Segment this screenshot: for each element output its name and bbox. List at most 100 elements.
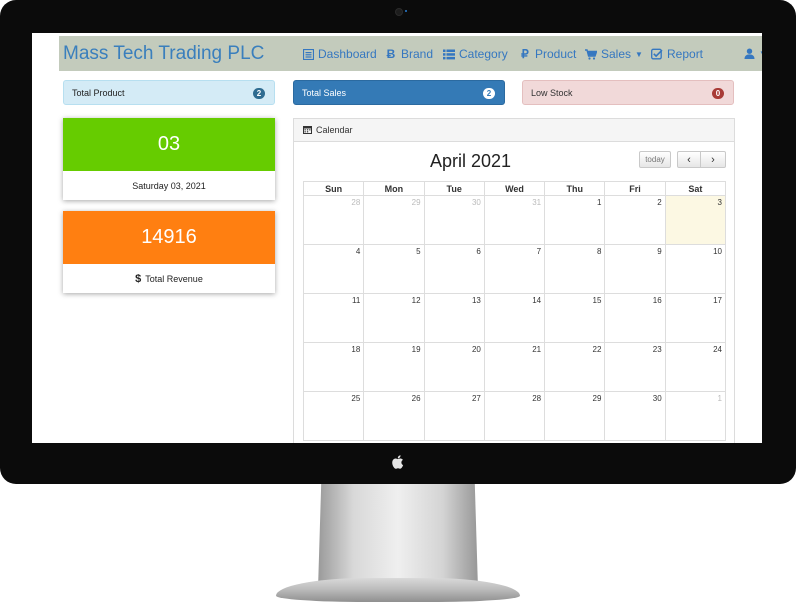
nav-label: Product bbox=[535, 47, 577, 61]
weekday-header-row: Sun Mon Tue Wed Thu Fri Sat bbox=[302, 181, 727, 196]
calendar-day-cell[interactable]: 3 bbox=[664, 195, 727, 245]
total-product-card[interactable]: Total Product 2 bbox=[63, 80, 275, 105]
calendar-day-cell[interactable]: 2 bbox=[604, 195, 666, 245]
weekday-header: Wed bbox=[483, 181, 546, 196]
next-month-button[interactable]: › bbox=[700, 151, 726, 168]
calendar-day-cell[interactable]: 23 bbox=[604, 342, 666, 392]
calendar-day-cell[interactable]: 19 bbox=[363, 342, 425, 392]
calendar-day-cell[interactable]: 24 bbox=[664, 342, 727, 392]
revenue-caption: Total Revenue bbox=[145, 273, 203, 284]
count-badge: 2 bbox=[253, 88, 265, 99]
nav-sales[interactable]: Sales ▼ bbox=[585, 47, 643, 61]
nav-product[interactable]: ₽ Product bbox=[519, 47, 576, 61]
prev-month-button[interactable]: ‹ bbox=[677, 151, 701, 168]
weekday-header: Sat bbox=[664, 181, 727, 196]
count-badge: 2 bbox=[483, 88, 495, 99]
calendar-day-cell[interactable]: 9 bbox=[604, 244, 666, 294]
count-badge: 0 bbox=[712, 88, 724, 99]
stat-label: Total Sales bbox=[302, 87, 347, 98]
calendar-day-cell[interactable]: 5 bbox=[363, 244, 425, 294]
screen: Mass Tech Trading PLC Dashboard Ƀ Brand … bbox=[32, 33, 762, 443]
calendar-day-cell[interactable]: 29 bbox=[363, 195, 425, 245]
nav-dashboard[interactable]: Dashboard bbox=[302, 47, 377, 61]
calendar-day-cell[interactable]: 31 bbox=[483, 195, 546, 245]
cart-icon bbox=[585, 48, 597, 60]
calendar-day-cell[interactable]: 1 bbox=[544, 195, 606, 245]
nav-report[interactable]: Report bbox=[651, 47, 703, 61]
dollar-icon: $ bbox=[135, 272, 142, 285]
nav-label: Dashboard bbox=[318, 47, 377, 61]
calendar-day-cell[interactable]: 10 bbox=[664, 244, 727, 294]
camera-icon bbox=[395, 8, 403, 16]
calendar-panel: Calendar April 2021 today ‹ › Sun Mon Tu… bbox=[293, 118, 735, 443]
calendar-day-cell[interactable]: 25 bbox=[302, 391, 365, 441]
calendar-week-row: 11 12 13 14 15 16 17 bbox=[302, 293, 727, 343]
user-icon bbox=[743, 47, 755, 59]
check-square-icon bbox=[651, 48, 663, 60]
calendar-day-cell[interactable]: 1 bbox=[664, 391, 727, 441]
nav-label: Category bbox=[459, 47, 508, 61]
date-value: 03 bbox=[63, 118, 275, 171]
user-menu[interactable]: ▼ bbox=[743, 47, 762, 59]
camera-led bbox=[405, 10, 407, 12]
navbar: Mass Tech Trading PLC Dashboard Ƀ Brand … bbox=[59, 36, 762, 71]
weekday-header: Thu bbox=[544, 181, 606, 196]
nav-brand[interactable]: Ƀ Brand bbox=[385, 47, 433, 61]
app-title[interactable]: Mass Tech Trading PLC bbox=[63, 43, 264, 65]
calendar-week-row: 18 19 20 21 22 23 24 bbox=[302, 342, 727, 392]
calendar-icon bbox=[303, 125, 312, 136]
calendar-day-cell[interactable]: 21 bbox=[483, 342, 546, 392]
calendar-week-row: 28 29 30 31 1 2 3 bbox=[302, 195, 727, 245]
calendar-day-cell[interactable]: 16 bbox=[604, 293, 666, 343]
nav-category[interactable]: Category bbox=[443, 47, 508, 61]
calendar-day-cell[interactable]: 30 bbox=[423, 195, 485, 245]
date-card: 03 Saturday 03, 2021 bbox=[63, 118, 275, 200]
revenue-caption-row: $ Total Revenue bbox=[63, 264, 275, 293]
calendar-day-cell[interactable]: 27 bbox=[423, 391, 485, 441]
list-icon bbox=[443, 48, 455, 60]
today-button[interactable]: today bbox=[639, 151, 671, 168]
calendar-day-cell[interactable]: 30 bbox=[604, 391, 666, 441]
calendar-day-cell[interactable]: 4 bbox=[302, 244, 365, 294]
calendar-day-cell[interactable]: 15 bbox=[544, 293, 606, 343]
dashboard-icon bbox=[302, 48, 314, 60]
weekday-header: Tue bbox=[423, 181, 485, 196]
low-stock-card[interactable]: Low Stock 0 bbox=[522, 80, 734, 105]
calendar-day-cell[interactable]: 26 bbox=[363, 391, 425, 441]
calendar-day-cell[interactable]: 28 bbox=[302, 195, 365, 245]
date-caption: Saturday 03, 2021 bbox=[132, 180, 206, 191]
calendar-day-cell[interactable]: 29 bbox=[544, 391, 606, 441]
calendar-grid: Sun Mon Tue Wed Thu Fri Sat 28 29 30 31 … bbox=[302, 181, 727, 441]
chevron-right-icon: › bbox=[711, 153, 715, 166]
calendar-day-cell[interactable]: 18 bbox=[302, 342, 365, 392]
ruble-icon: ₽ bbox=[521, 47, 529, 61]
calendar-day-cell[interactable]: 22 bbox=[544, 342, 606, 392]
calendar-panel-title: Calendar bbox=[316, 125, 353, 135]
calendar-day-cell[interactable]: 11 bbox=[302, 293, 365, 343]
calendar-day-cell[interactable]: 14 bbox=[483, 293, 546, 343]
calendar-day-cell[interactable]: 13 bbox=[423, 293, 485, 343]
apple-logo-icon bbox=[392, 455, 404, 469]
calendar-day-cell[interactable]: 17 bbox=[664, 293, 727, 343]
nav-label: Brand bbox=[401, 47, 434, 61]
calendar-week-row: 4 5 6 7 8 9 10 bbox=[302, 244, 727, 294]
weekday-header: Sun bbox=[302, 181, 365, 196]
calendar-day-cell[interactable]: 7 bbox=[483, 244, 546, 294]
chevron-down-icon: ▼ bbox=[635, 49, 643, 59]
revenue-value: 14916 bbox=[63, 211, 275, 264]
nav-label: Report bbox=[667, 47, 704, 61]
calendar-day-cell[interactable]: 8 bbox=[544, 244, 606, 294]
calendar-day-cell[interactable]: 28 bbox=[483, 391, 546, 441]
weekday-header: Mon bbox=[363, 181, 425, 196]
chevron-left-icon: ‹ bbox=[687, 153, 691, 166]
calendar-panel-header: Calendar bbox=[294, 119, 734, 142]
calendar-day-cell[interactable]: 6 bbox=[423, 244, 485, 294]
stat-label: Total Product bbox=[72, 87, 125, 98]
chevron-down-icon: ▼ bbox=[759, 49, 762, 58]
calendar-month-title: April 2021 bbox=[430, 151, 512, 171]
calendar-week-row: 25 26 27 28 29 30 1 bbox=[302, 391, 727, 441]
monitor-stand bbox=[318, 484, 478, 589]
calendar-day-cell[interactable]: 12 bbox=[363, 293, 425, 343]
calendar-day-cell[interactable]: 20 bbox=[423, 342, 485, 392]
total-sales-card[interactable]: Total Sales 2 bbox=[293, 80, 505, 105]
